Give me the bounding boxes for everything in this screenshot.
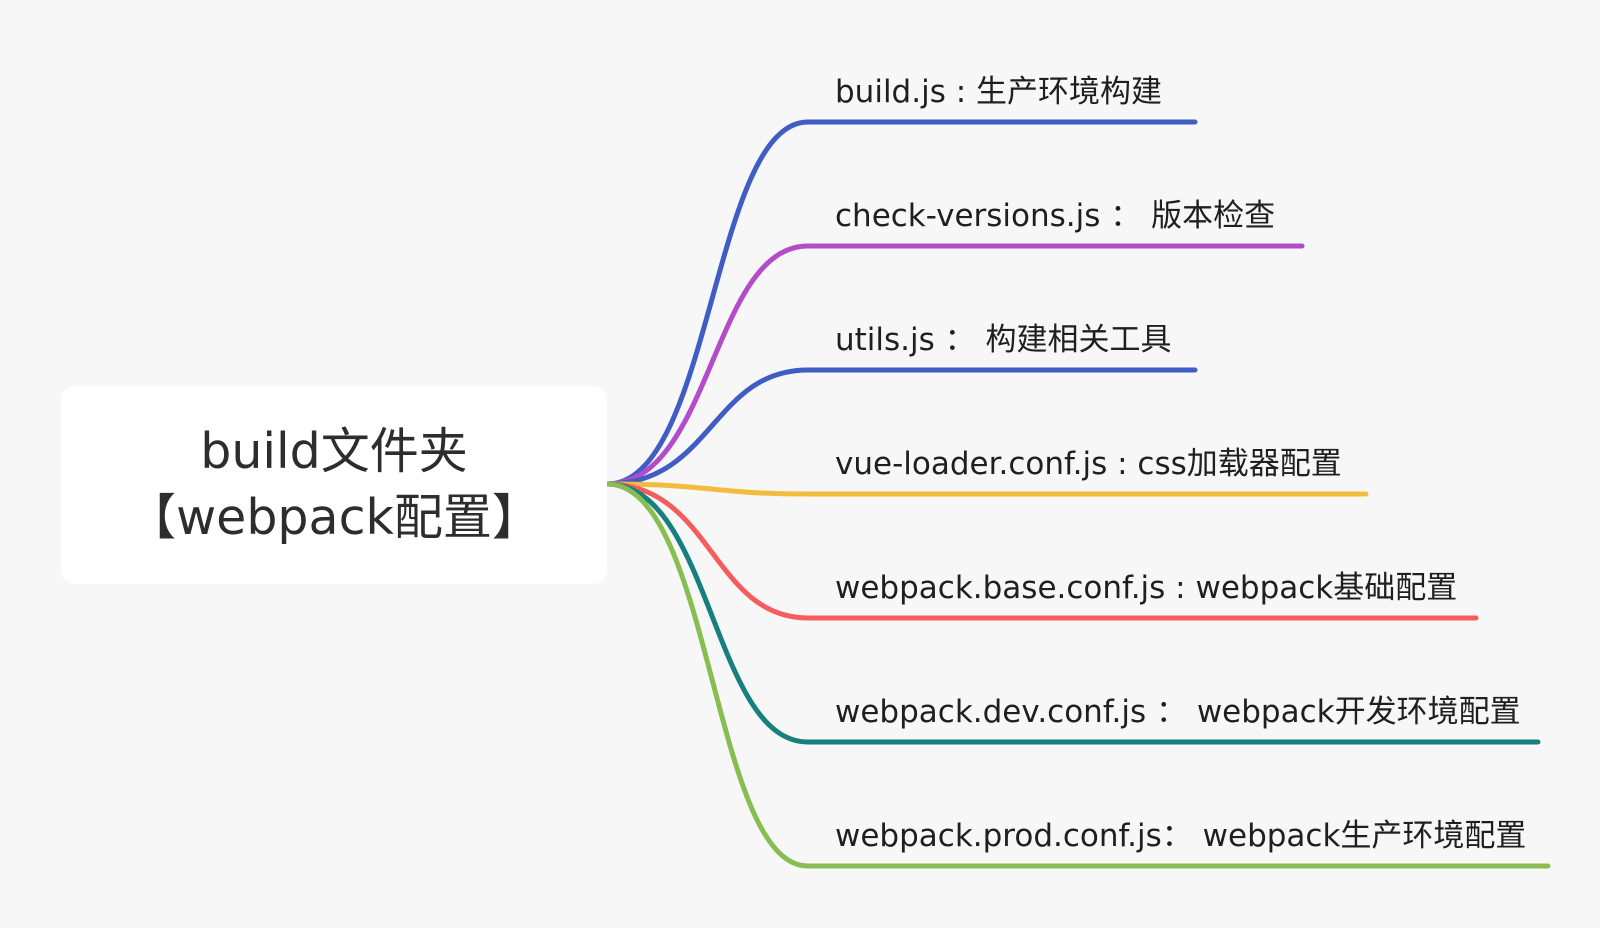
branch-label-webpack-prod-conf-js[interactable]: webpack.prod.conf.js： webpack生产环境配置 bbox=[835, 814, 1526, 858]
root-subtitle-line: 【webpack配置】 bbox=[127, 489, 541, 546]
root-title-line: build文件夹 bbox=[200, 423, 468, 480]
branch-connector-webpack-prod-conf-js bbox=[604, 481, 1551, 869]
mindmap-canvas: build文件夹 【webpack配置】 build.js : 生产环境构建 c… bbox=[0, 0, 1600, 928]
branch-label-build-js[interactable]: build.js : 生产环境构建 bbox=[835, 70, 1162, 114]
branch-label-webpack-base-conf-js[interactable]: webpack.base.conf.js : webpack基础配置 bbox=[835, 566, 1457, 610]
branch-label-check-versions-js[interactable]: check-versions.js ： 版本检查 bbox=[835, 194, 1275, 238]
root-node[interactable]: build文件夹 【webpack配置】 bbox=[61, 386, 607, 584]
branch-label-webpack-dev-conf-js[interactable]: webpack.dev.conf.js ： webpack开发环境配置 bbox=[835, 690, 1521, 734]
branch-label-vue-loader-conf-js[interactable]: vue-loader.conf.js : css加载器配置 bbox=[835, 442, 1342, 486]
branch-label-utils-js[interactable]: utils.js ： 构建相关工具 bbox=[835, 318, 1172, 362]
branch-connector-build-js bbox=[604, 119, 1198, 487]
